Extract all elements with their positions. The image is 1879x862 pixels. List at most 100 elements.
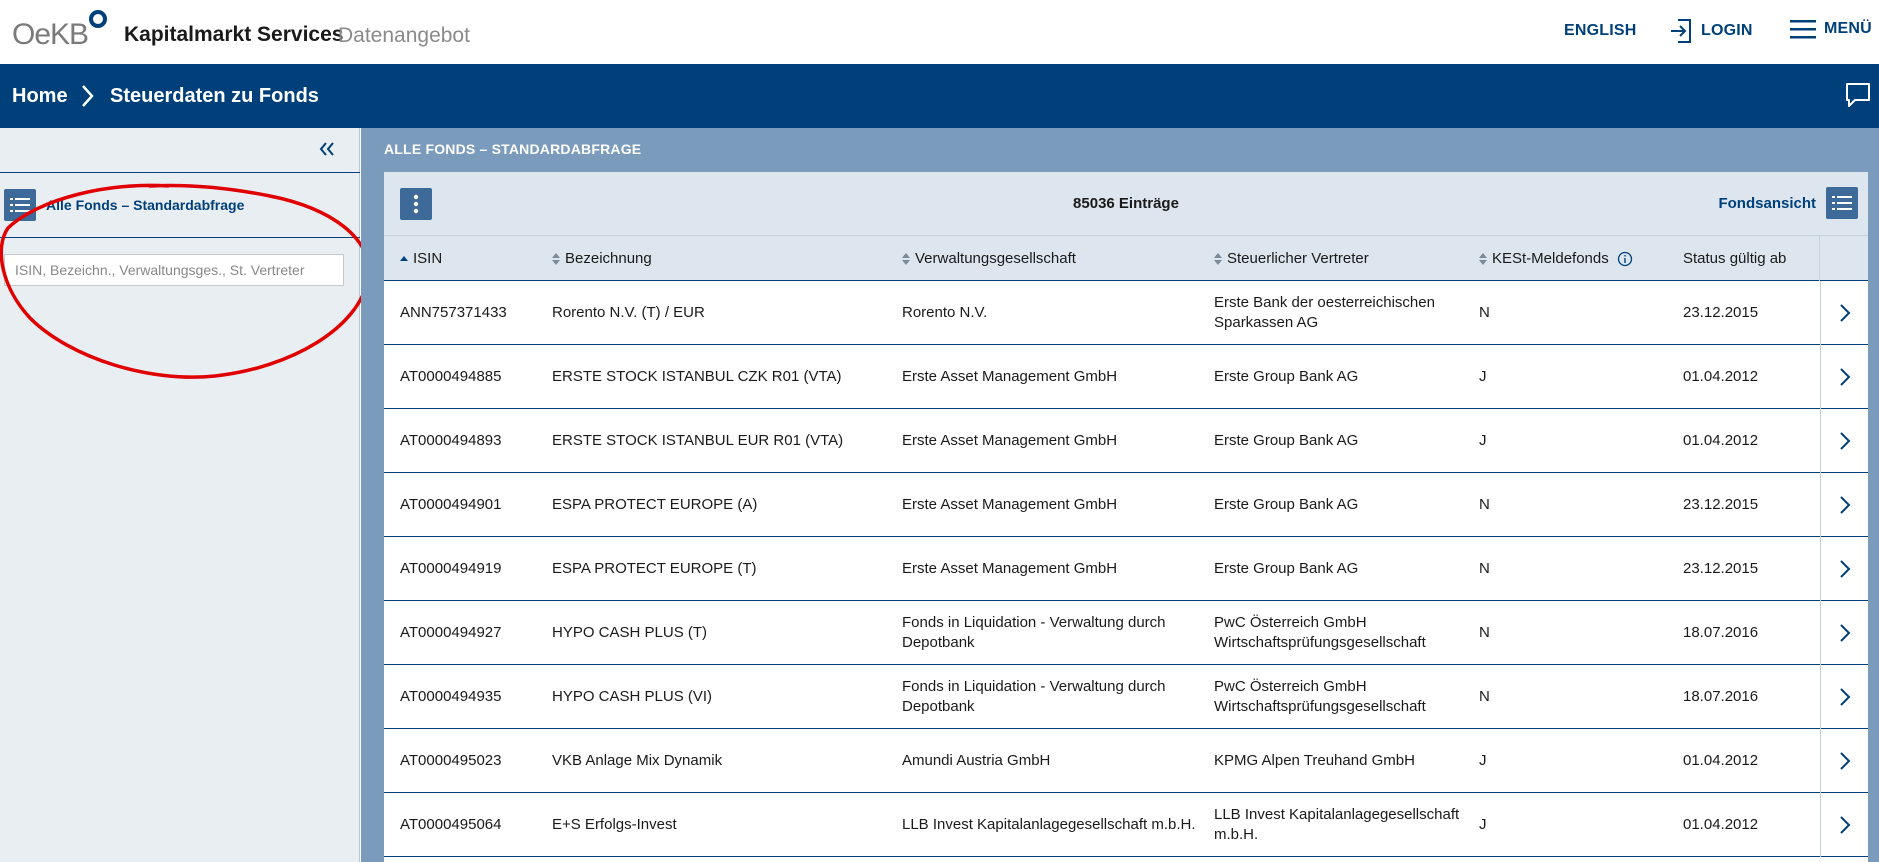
column-header-bezeichnung[interactable]: Bezeichnung <box>552 250 652 267</box>
cell-kest-meldefonds: J <box>1479 752 1487 769</box>
chevron-right-icon <box>1839 432 1850 450</box>
sidebar-divider <box>0 172 360 173</box>
cell-bezeichnung: ERSTE STOCK ISTANBUL EUR R01 (VTA) <box>552 432 844 449</box>
cell-kest-meldefonds: N <box>1479 496 1490 513</box>
table-row[interactable]: AT0000494935 HYPO CASH PLUS (VI) Fonds in … <box>384 665 1868 729</box>
column-label: ISIN <box>413 250 443 267</box>
info-icon[interactable] <box>1617 251 1633 267</box>
column-header-kest-meldefonds[interactable]: KESt-Meldefonds <box>1479 250 1633 267</box>
row-detail-button[interactable] <box>1820 473 1868 537</box>
table-row[interactable]: AT0000494919 ESPA PROTECT EUROPE (T) Erste… <box>384 537 1868 601</box>
cell-isin: AT0000494893 <box>400 432 502 449</box>
row-detail-button[interactable] <box>1820 793 1868 857</box>
cell-status-gueltig-ab: 23.12.2015 <box>1683 304 1759 321</box>
breadcrumb-home[interactable]: Home <box>12 85 68 108</box>
row-detail-button[interactable] <box>1820 537 1868 601</box>
row-detail-button[interactable] <box>1820 281 1868 345</box>
table-header: ISIN Bezeichnung Verwaltungsgesellschaft… <box>384 236 1868 281</box>
menu-label: MENÜ <box>1824 20 1872 37</box>
sidebar: Alle Fonds – Standardabfrage <box>0 128 360 862</box>
cell-verwaltungsgesellschaft: Rorento N.V. <box>902 304 988 321</box>
search-input[interactable] <box>4 254 344 286</box>
chevron-right-icon <box>1839 688 1850 706</box>
table-row[interactable]: AT0000495023 VKB Anlage Mix Dynamik Amundi… <box>384 729 1868 793</box>
cell-bezeichnung: E+S Erfolgs-Invest <box>552 816 677 833</box>
cell-isin: AT0000495023 <box>400 752 502 769</box>
cell-status-gueltig-ab: 01.04.2012 <box>1683 432 1759 449</box>
table-row[interactable]: AT0000494893 ERSTE STOCK ISTANBUL EUR R01… <box>384 409 1868 473</box>
sort-icon <box>1214 252 1222 265</box>
cell-isin: AT0000494927 <box>400 624 502 641</box>
sidebar-item-alle-fonds[interactable]: Alle Fonds – Standardabfrage <box>4 188 244 222</box>
sort-ascending-icon <box>400 255 408 261</box>
cell-verwaltungsgesellschaft: LLB Invest Kapitalanlagegesellschaft m.b… <box>902 816 1196 833</box>
cell-status-gueltig-ab: 23.12.2015 <box>1683 496 1759 513</box>
login-icon <box>1671 19 1691 43</box>
cell-verwaltungsgesellschaft: Erste Asset Management GmbH <box>902 560 1118 577</box>
sort-icon <box>1479 252 1487 265</box>
cell-kest-meldefonds: N <box>1479 688 1490 705</box>
column-label: KESt-Meldefonds <box>1492 250 1609 267</box>
cell-verwaltungsgesellschaft: Amundi Austria GmbH <box>902 752 1051 769</box>
cell-bezeichnung: VKB Anlage Mix Dynamik <box>552 752 723 769</box>
cell-steuerlicher-vertreter: Erste Group Bank AG <box>1214 496 1359 513</box>
cell-steuerlicher-vertreter: Erste Group Bank AG <box>1214 368 1359 385</box>
cell-status-gueltig-ab: 18.07.2016 <box>1683 688 1759 705</box>
table-row[interactable]: ANN757371433 Rorento N.V. (T) / EUR Rorent… <box>384 281 1868 345</box>
table-row[interactable]: AT0000494927 HYPO CASH PLUS (T) Fonds in L… <box>384 601 1868 665</box>
column-header-isin[interactable]: ISIN <box>400 250 442 267</box>
cell-steuerlicher-vertreter: LLB Invest Kapitalanlagegesellschaft m.b… <box>1214 806 1460 843</box>
fondsansicht-button[interactable]: Fondsansicht <box>1718 187 1858 219</box>
page-title: ALLE FONDS – STANDARDABFRAGE <box>384 141 642 157</box>
cell-isin: AT0000494935 <box>400 688 502 705</box>
results-toolbar: 85036 Einträge Fondsansicht <box>384 172 1868 236</box>
main-content: ALLE FONDS – STANDARDABFRAGE 85036 Eintr… <box>361 128 1879 862</box>
cell-steuerlicher-vertreter: PwC Österreich GmbH Wirtschaftsprüfungsg… <box>1214 614 1426 651</box>
language-label: ENGLISH <box>1564 22 1637 39</box>
table-row[interactable]: AT0000494885 ERSTE STOCK ISTANBUL CZK R01… <box>384 345 1868 409</box>
entries-count: 85036 Einträge <box>1073 195 1179 212</box>
logo-text: OeKB <box>12 18 89 51</box>
oekb-logo[interactable]: OeKB <box>12 10 108 51</box>
sort-icon <box>552 252 560 265</box>
cell-steuerlicher-vertreter: Erste Group Bank AG <box>1214 560 1359 577</box>
column-header-steuerlicher-vertreter[interactable]: Steuerlicher Vertreter <box>1214 250 1369 267</box>
table-row[interactable]: AT0000494901 ESPA PROTECT EUROPE (A) Erste… <box>384 473 1868 537</box>
cell-status-gueltig-ab: 01.04.2012 <box>1683 752 1759 769</box>
column-label: Verwaltungsgesellschaft <box>915 250 1076 267</box>
top-header: OeKB Kapitalmarkt Services Datenangebot … <box>0 0 1879 64</box>
hamburger-icon <box>1790 20 1816 39</box>
row-detail-button[interactable] <box>1820 729 1868 793</box>
menu-button[interactable]: MENÜ <box>1790 18 1872 40</box>
row-detail-button[interactable] <box>1820 409 1868 473</box>
cell-status-gueltig-ab: 01.04.2012 <box>1683 368 1759 385</box>
row-detail-button[interactable] <box>1820 665 1868 729</box>
header-divider <box>1819 236 1820 281</box>
feedback-chat-icon[interactable] <box>1845 82 1871 108</box>
chevron-right-icon <box>1839 368 1850 386</box>
column-header-verwaltungsgesellschaft[interactable]: Verwaltungsgesellschaft <box>902 250 1076 267</box>
chevron-right-icon <box>82 85 94 107</box>
column-header-status-gueltig-ab[interactable]: Status gültig ab <box>1683 250 1786 267</box>
row-detail-button[interactable] <box>1820 601 1868 665</box>
column-label: Steuerlicher Vertreter <box>1227 250 1369 267</box>
table-row[interactable]: AT0000495064 E+S Erfolgs-Invest LLB Invest… <box>384 793 1868 857</box>
language-english-link[interactable]: ENGLISH <box>1564 22 1637 40</box>
chevron-right-icon <box>1839 496 1850 514</box>
chevron-right-icon <box>1839 560 1850 578</box>
chevron-right-icon <box>1839 752 1850 770</box>
app-title[interactable]: Kapitalmarkt Services <box>124 23 343 47</box>
breadcrumb-current: Steuerdaten zu Fonds <box>110 85 319 107</box>
login-link[interactable]: LOGIN <box>1669 18 1753 44</box>
cell-isin: AT0000494885 <box>400 368 502 385</box>
breadcrumb: Home Steuerdaten zu Fonds <box>0 64 1879 128</box>
app-subtitle: Datenangebot <box>338 24 470 47</box>
cell-kest-meldefonds: J <box>1479 432 1487 449</box>
list-icon <box>4 189 36 221</box>
chevron-right-icon <box>1839 816 1850 834</box>
cell-kest-meldefonds: N <box>1479 304 1490 321</box>
cell-bezeichnung: ESPA PROTECT EUROPE (A) <box>552 496 758 513</box>
cell-isin: ANN757371433 <box>400 304 507 321</box>
collapse-sidebar-icon[interactable] <box>318 140 336 158</box>
row-detail-button[interactable] <box>1820 345 1868 409</box>
